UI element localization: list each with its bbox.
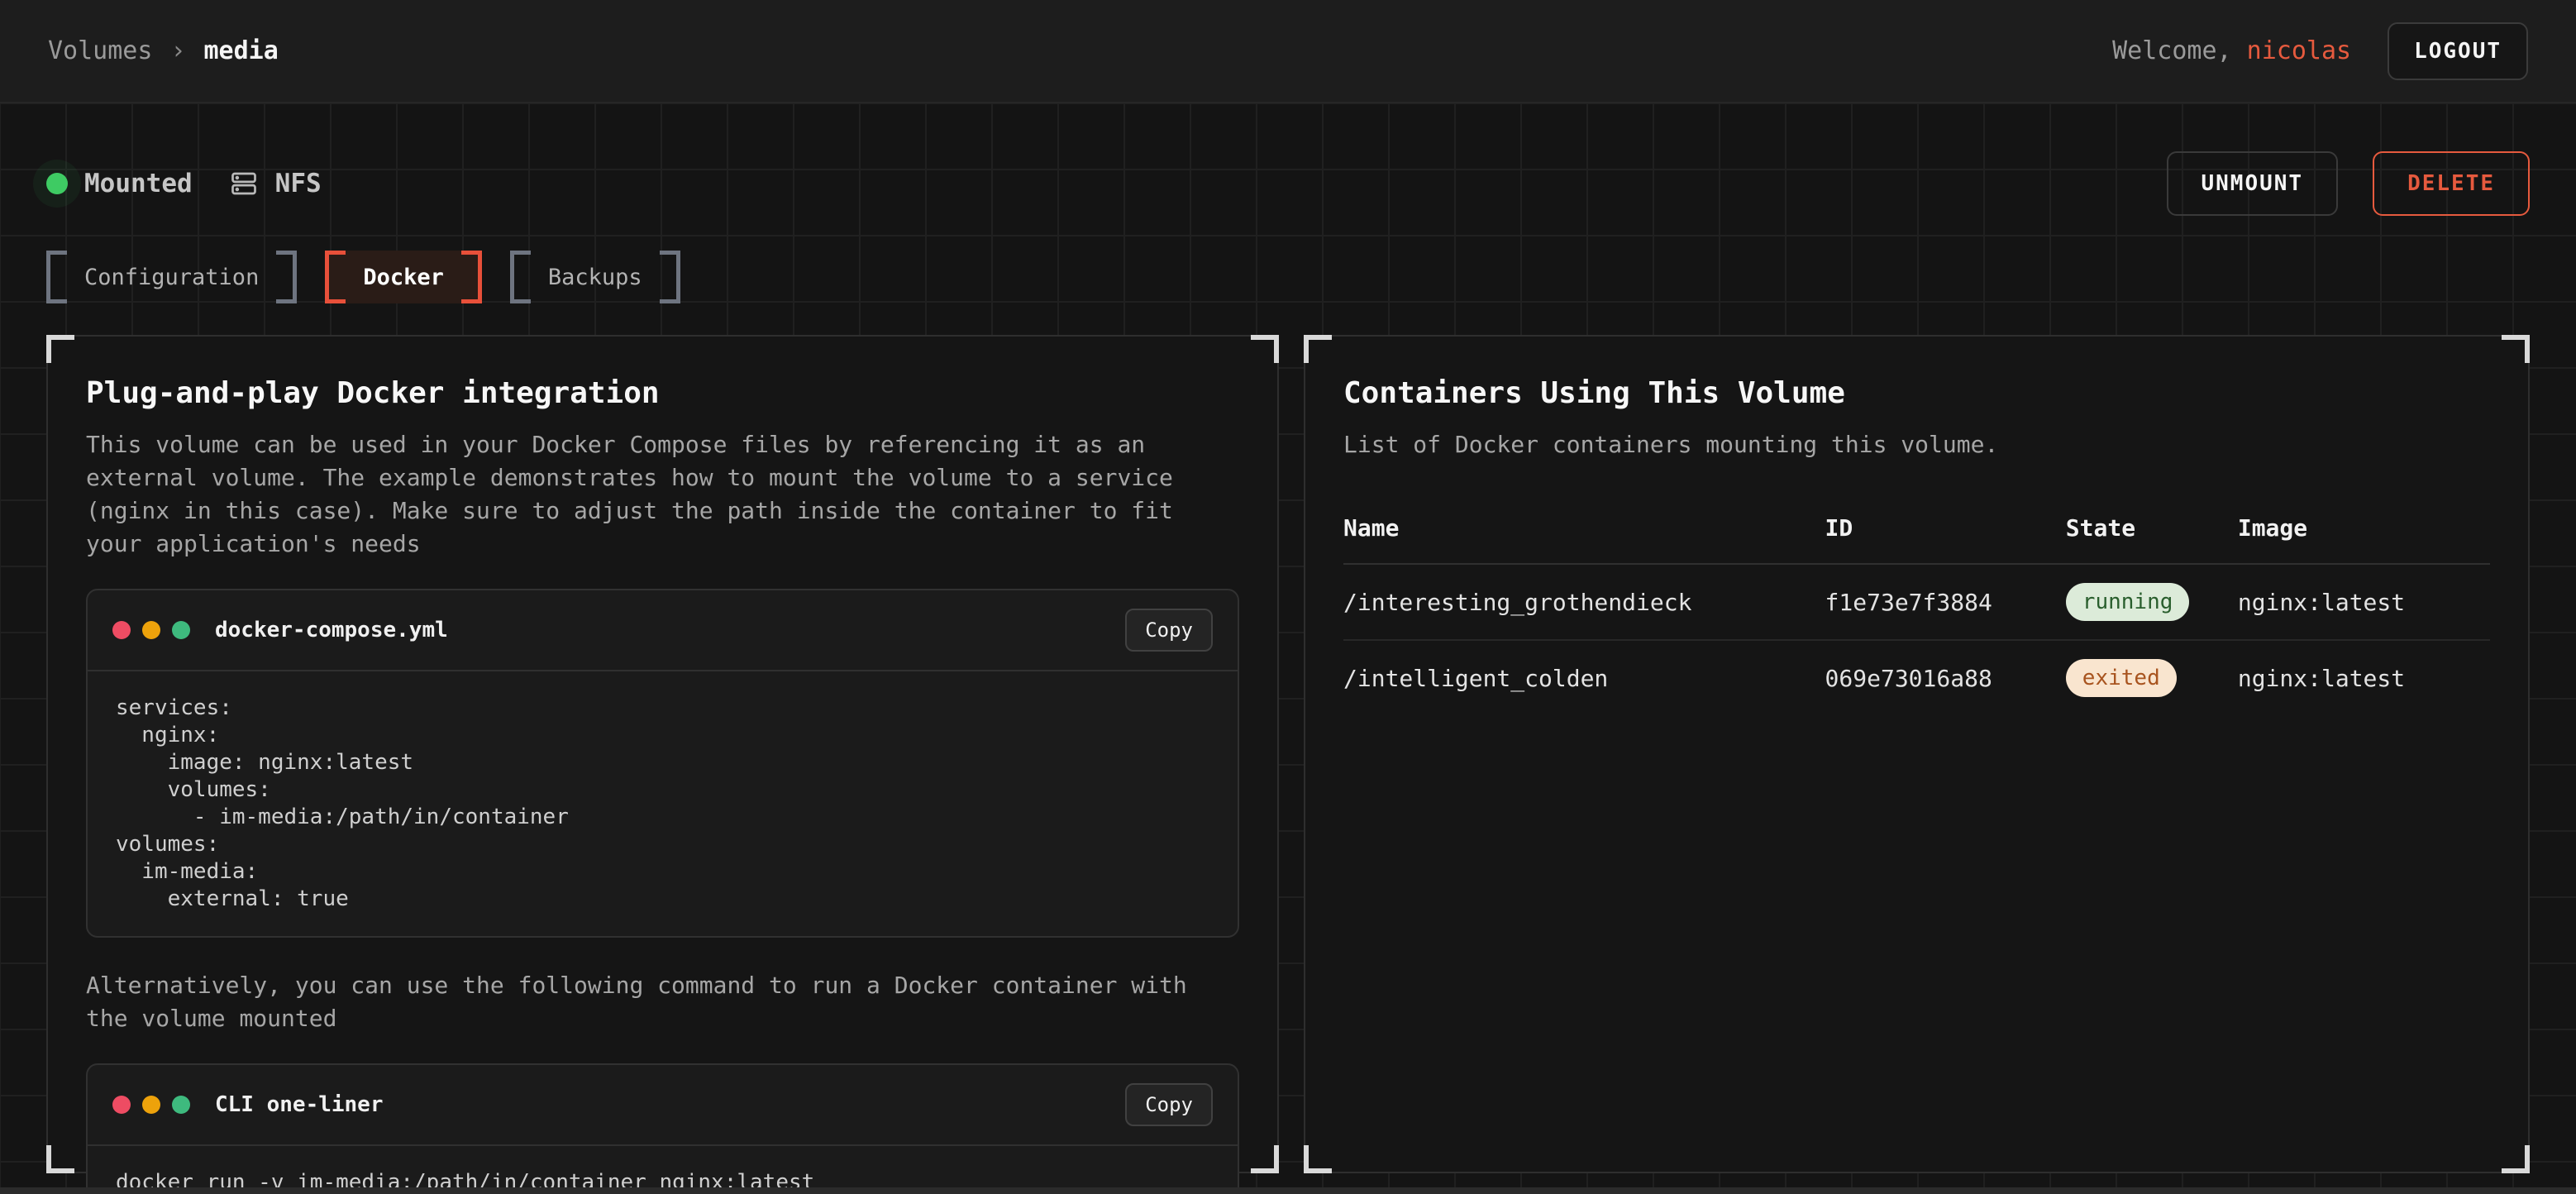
traffic-light-red-icon — [112, 621, 131, 639]
container-id: 069e73016a88 — [1825, 665, 2066, 692]
cli-code-block: CLI one-liner Copy docker run -v im-medi… — [86, 1063, 1239, 1194]
cli-title: CLI one-liner — [215, 1092, 384, 1117]
top-bar-right: Welcome, nicolas LOGOUT — [2112, 22, 2528, 80]
docker-panel-description: This volume can be used in your Docker C… — [86, 428, 1239, 561]
panel-corner-bracket-icon — [46, 1145, 74, 1173]
server-stack-icon — [229, 169, 259, 198]
column-header-id: ID — [1825, 514, 2066, 542]
panel-corner-bracket-icon — [1251, 1145, 1279, 1173]
main-content: Mounted NFS UNMOUNT DELETE Configuration… — [0, 103, 2576, 1187]
driver-label: NFS — [275, 169, 322, 198]
unmount-button[interactable]: UNMOUNT — [2167, 151, 2339, 216]
traffic-lights — [112, 621, 190, 639]
delete-button[interactable]: DELETE — [2373, 151, 2530, 216]
containers-table: Name ID State Image /interesting_grothen… — [1343, 503, 2490, 715]
panel-corner-bracket-icon — [2502, 1145, 2530, 1173]
tab-docker[interactable]: Docker — [325, 251, 482, 303]
container-name: /interesting_grothendieck — [1343, 589, 1825, 616]
compose-filename: docker-compose.yml — [215, 618, 448, 642]
container-image: nginx:latest — [2238, 665, 2490, 692]
container-id: f1e73e7f3884 — [1825, 589, 2066, 616]
welcome-prefix: Welcome, — [2112, 36, 2247, 65]
username: nicolas — [2247, 36, 2351, 65]
chevron-right-icon: › — [170, 36, 185, 65]
panel-corner-bracket-icon — [2502, 335, 2530, 363]
tab-backups[interactable]: Backups — [510, 251, 680, 303]
volume-actions: UNMOUNT DELETE — [2167, 151, 2531, 216]
traffic-light-green-icon — [172, 621, 190, 639]
traffic-light-red-icon — [112, 1096, 131, 1114]
bottom-section-edge — [0, 1187, 2576, 1194]
column-header-image: Image — [2238, 514, 2490, 542]
breadcrumb-volumes-link[interactable]: Volumes — [48, 36, 152, 65]
welcome-message: Welcome, nicolas — [2112, 36, 2351, 65]
volume-status: Mounted NFS — [46, 169, 322, 198]
top-bar: Volumes › media Welcome, nicolas LOGOUT — [0, 0, 2576, 103]
mounted-status-label: Mounted — [84, 169, 193, 198]
containers-panel: Containers Using This Volume List of Doc… — [1304, 335, 2530, 1173]
cli-copy-button[interactable]: Copy — [1125, 1083, 1213, 1126]
panel-corner-bracket-icon — [1304, 335, 1332, 363]
container-row: /intelligent_colden 069e73016a88 exited … — [1343, 641, 2490, 715]
panels-row: Plug-and-play Docker integration This vo… — [46, 335, 2530, 1173]
compose-code-content: services: nginx: image: nginx:latest vol… — [88, 671, 1238, 936]
container-image: nginx:latest — [2238, 589, 2490, 616]
container-name: /intelligent_colden — [1343, 665, 1825, 692]
containers-panel-title: Containers Using This Volume — [1343, 376, 2490, 410]
tab-configuration[interactable]: Configuration — [46, 251, 297, 303]
mounted-status-dot-icon — [46, 173, 68, 194]
docker-integration-panel: Plug-and-play Docker integration This vo… — [46, 335, 1279, 1173]
panel-corner-bracket-icon — [46, 335, 74, 363]
column-header-state: State — [2066, 514, 2238, 542]
state-badge-exited: exited — [2066, 659, 2177, 697]
traffic-light-green-icon — [172, 1096, 190, 1114]
container-row: /interesting_grothendieck f1e73e7f3884 r… — [1343, 565, 2490, 641]
tab-bar: Configuration Docker Backups — [46, 251, 2530, 303]
mounted-status: Mounted — [46, 169, 193, 198]
status-row: Mounted NFS UNMOUNT DELETE — [46, 103, 2530, 216]
panel-corner-bracket-icon — [1304, 1145, 1332, 1173]
cli-intro-text: Alternatively, you can use the following… — [86, 969, 1239, 1035]
breadcrumb: Volumes › media — [48, 36, 279, 65]
traffic-lights — [112, 1096, 190, 1114]
containers-panel-subtitle: List of Docker containers mounting this … — [1343, 428, 2490, 461]
docker-panel-title: Plug-and-play Docker integration — [86, 376, 1239, 410]
containers-table-header: Name ID State Image — [1343, 503, 2490, 565]
column-header-name: Name — [1343, 514, 1825, 542]
cli-code-header: CLI one-liner Copy — [88, 1065, 1238, 1146]
driver-status: NFS — [229, 169, 322, 198]
compose-copy-button[interactable]: Copy — [1125, 609, 1213, 652]
traffic-light-amber-icon — [142, 621, 160, 639]
compose-code-header: docker-compose.yml Copy — [88, 590, 1238, 671]
state-badge-running: running — [2066, 583, 2190, 621]
panel-corner-bracket-icon — [1251, 335, 1279, 363]
traffic-light-amber-icon — [142, 1096, 160, 1114]
logout-button[interactable]: LOGOUT — [2388, 22, 2528, 80]
breadcrumb-current-volume: media — [204, 36, 279, 65]
compose-code-block: docker-compose.yml Copy services: nginx:… — [86, 589, 1239, 938]
